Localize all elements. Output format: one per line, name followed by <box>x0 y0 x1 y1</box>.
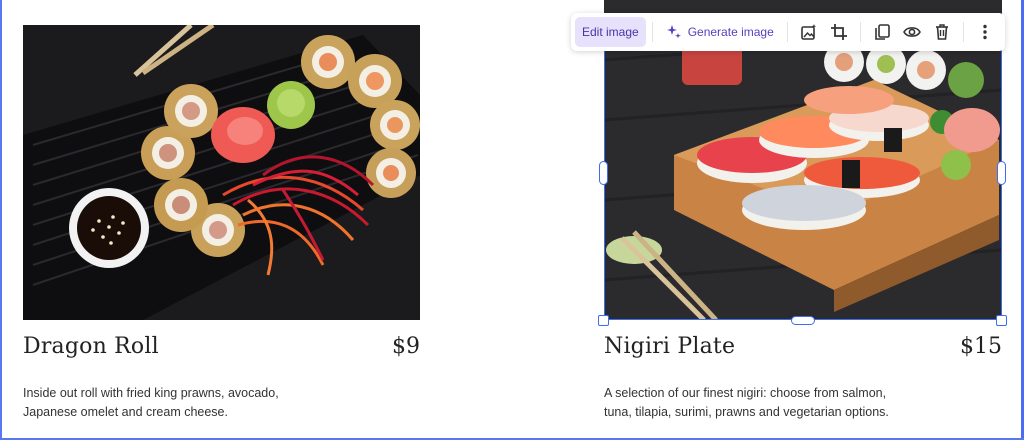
item-description-line: tuna, tilapia, surimi, prawns and vegeta… <box>604 405 889 419</box>
toolbar-divider <box>859 22 861 42</box>
image-toolbar: Edit image Generate image <box>571 13 1005 51</box>
editor-frame-left <box>0 0 2 440</box>
dragon-roll-photo[interactable] <box>23 25 420 320</box>
item-title: Dragon Roll <box>23 334 159 359</box>
crop-icon[interactable] <box>826 17 852 47</box>
item-description-line: A selection of our finest nigiri: choose… <box>604 386 887 400</box>
item-description-line: Inside out roll with fried king prawns, … <box>23 386 279 400</box>
more-icon[interactable] <box>972 17 998 47</box>
resize-handle-bottom-right[interactable] <box>996 315 1007 326</box>
item-price: $15 <box>960 334 1002 359</box>
delete-icon[interactable] <box>929 17 955 47</box>
image-settings-icon[interactable] <box>796 17 822 47</box>
resize-handle-bottom-left[interactable] <box>598 315 609 326</box>
toolbar-divider <box>786 22 788 42</box>
item-description: A selection of our finest nigiri: choose… <box>604 384 904 422</box>
item-description-line: Japanese omelet and cream cheese. <box>23 405 228 419</box>
edit-image-button[interactable]: Edit image <box>575 17 646 47</box>
generate-image-label: Generate image <box>687 25 774 39</box>
item-price: $9 <box>392 334 420 359</box>
item-description: Inside out roll with fried king prawns, … <box>23 384 323 422</box>
toolbar-divider <box>962 22 964 42</box>
toolbar-divider <box>651 22 653 42</box>
resize-handle-bottom[interactable] <box>791 316 815 325</box>
preview-icon[interactable] <box>899 17 925 47</box>
sparkle-icon <box>666 25 681 39</box>
generate-image-button[interactable]: Generate image <box>659 17 781 47</box>
resize-handle-left[interactable] <box>599 161 608 185</box>
resize-handle-right[interactable] <box>997 161 1006 185</box>
item-title: Nigiri Plate <box>604 334 736 359</box>
duplicate-icon[interactable] <box>869 17 895 47</box>
